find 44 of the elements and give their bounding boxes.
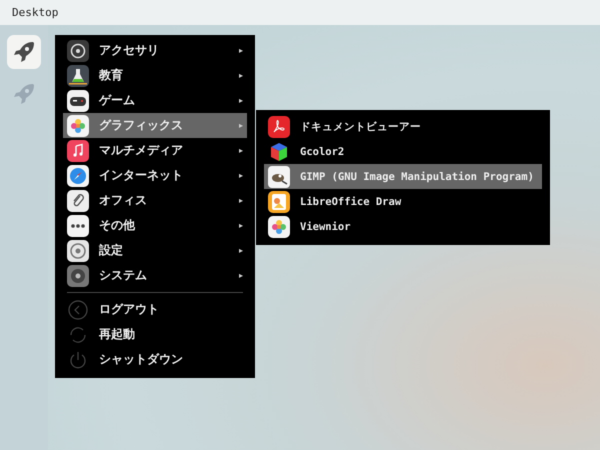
draw-icon xyxy=(268,190,290,212)
submenu-arrow: ▸ xyxy=(238,171,243,180)
submenu-arrow: ▸ xyxy=(238,96,243,105)
cube-icon xyxy=(268,140,290,162)
menu-item[interactable]: ログアウト xyxy=(63,297,247,322)
submenu-arrow: ▸ xyxy=(238,246,243,255)
menu-item[interactable]: 設定 ▸ xyxy=(63,238,247,263)
submenu-arrow: ▸ xyxy=(238,196,243,205)
settings-icon xyxy=(67,240,89,262)
more-icon xyxy=(67,214,89,236)
pdf-icon xyxy=(268,116,290,138)
flower-icon xyxy=(268,216,290,238)
menu-item[interactable]: グラフィックス ▸ xyxy=(63,113,247,138)
music-note-icon xyxy=(67,140,89,162)
menu-item[interactable]: ゲーム ▸ xyxy=(63,88,247,113)
dock-launcher[interactable] xyxy=(7,35,41,69)
rocket-icon xyxy=(11,39,37,65)
menu-item[interactable]: その他 ▸ xyxy=(63,213,247,238)
menu-item[interactable]: アクセサリ ▸ xyxy=(63,38,247,63)
submenu-arrow: ▸ xyxy=(238,71,243,80)
gamepad-icon xyxy=(67,90,89,112)
submenu-arrow: ▸ xyxy=(238,146,243,155)
submenu-arrow: ▸ xyxy=(238,46,243,55)
menu-item[interactable]: オフィス ▸ xyxy=(63,188,247,213)
menu-item[interactable]: Viewnior xyxy=(264,214,542,239)
window-title: Desktop xyxy=(12,6,58,19)
menu-item[interactable]: インターネット ▸ xyxy=(63,163,247,188)
flask-icon xyxy=(67,64,89,86)
menu-item[interactable]: Gcolor2 xyxy=(264,139,542,164)
menu-item[interactable]: LibreOffice Draw xyxy=(264,189,542,214)
menu-item[interactable]: GIMP (GNU Image Manipulation Program) xyxy=(264,164,542,189)
menu-item[interactable]: シャットダウン xyxy=(63,347,247,372)
compass-icon xyxy=(67,164,89,186)
flower-icon xyxy=(67,114,89,136)
submenu-arrow: ▸ xyxy=(238,271,243,280)
menu-item[interactable]: ドキュメントビューアー xyxy=(264,114,542,139)
menu-item[interactable]: 教育 ▸ xyxy=(63,63,247,88)
rocket-icon xyxy=(11,81,37,107)
menu-item[interactable]: マルチメディア ▸ xyxy=(63,138,247,163)
paperclip-icon xyxy=(67,190,89,212)
submenu-arrow: ▸ xyxy=(238,221,243,230)
menu-item[interactable]: システム ▸ xyxy=(63,263,247,288)
menu-item[interactable]: 再起動 xyxy=(63,322,247,347)
submenu-arrow: ▸ xyxy=(238,121,243,130)
